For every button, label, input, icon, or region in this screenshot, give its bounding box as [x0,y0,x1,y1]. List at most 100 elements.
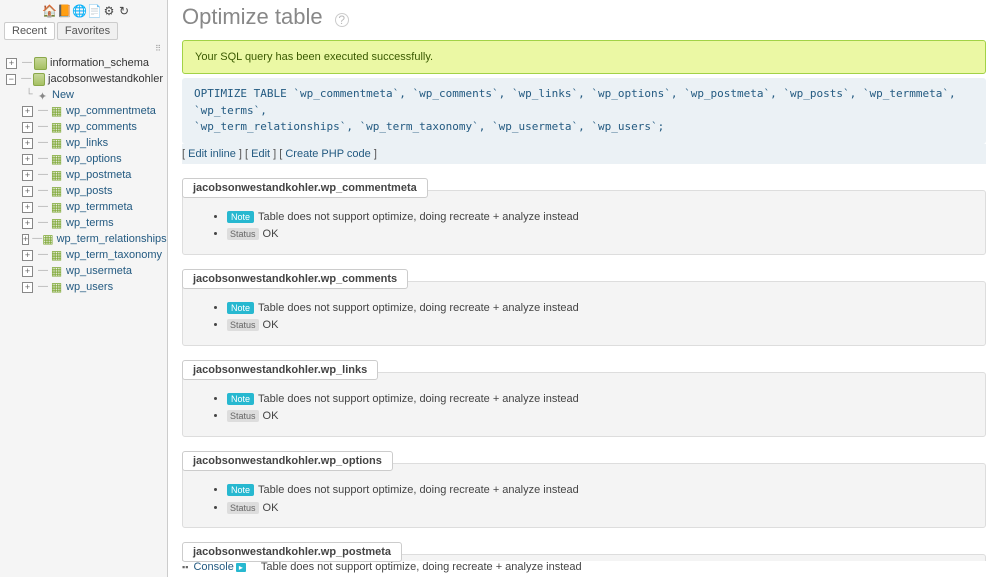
sql-query-box: OPTIMIZE TABLE `wp_commentmeta`, `wp_com… [182,78,986,144]
settings-icon[interactable]: ⚙ [102,4,116,18]
console-bar: ▪▪ Console▸ Table does not support optim… [168,561,1000,577]
table-link[interactable]: wp_options [66,151,122,167]
collapse-icon[interactable]: − [6,74,16,85]
home-icon[interactable]: 🏠 [42,4,56,18]
result-title: jacobsonwestandkohler.wp_postmeta [182,542,402,562]
table-icon: ▦ [42,233,53,246]
table-link[interactable]: wp_users [66,279,113,295]
sql-actions: [ Edit inline ] [ Edit ] [ Create PHP co… [182,144,986,164]
resize-handle[interactable]: ⠿ [4,44,163,53]
result-title: jacobsonwestandkohler.wp_links [182,360,378,380]
expand-icon[interactable]: + [22,202,33,213]
expand-icon[interactable]: + [22,218,33,229]
create-php-link[interactable]: Create PHP code [285,148,370,160]
status-badge: Status [227,410,259,422]
table-link[interactable]: wp_comments [66,119,137,135]
console-expand-icon[interactable]: ▸ [236,563,246,572]
result-body: Note Table does not support optimize, doi… [182,190,986,255]
note-text: Table does not support optimize, doing r… [258,393,579,405]
table-link[interactable]: wp_commentmeta [66,103,156,119]
table-icon: ▦ [50,169,63,182]
expand-icon[interactable]: + [22,234,29,245]
documentation-icon[interactable]: 📄 [87,4,101,18]
success-message: Your SQL query has been executed success… [182,40,986,74]
table-icon: ▦ [50,185,63,198]
database-icon [33,73,45,86]
expand-icon[interactable]: + [22,170,33,181]
sidebar-toolbar: 🏠 📙 🌐 📄 ⚙ ↻ [4,2,163,22]
sidebar-tabs: Recent Favorites [4,22,163,40]
page-title: Optimize table ? [182,4,986,30]
globe-icon[interactable]: 🌐 [72,4,86,18]
status-badge: Status [227,502,259,514]
console-link[interactable]: Console [193,561,233,573]
table-link[interactable]: wp_termmeta [66,199,133,215]
table-icon: ▦ [50,281,63,294]
table-icon: ▦ [50,265,63,278]
status-text: OK [263,502,279,514]
result-title: jacobsonwestandkohler.wp_options [182,451,393,471]
database-icon [34,57,47,70]
note-badge: Note [227,484,254,496]
help-icon[interactable]: ? [335,13,349,27]
edit-link[interactable]: Edit [251,148,270,160]
console-icon: ▪▪ [182,562,188,572]
status-text: OK [263,319,279,331]
tab-favorites[interactable]: Favorites [57,22,118,40]
expand-icon[interactable]: + [22,154,33,165]
table-icon: ▦ [50,121,63,134]
table-link[interactable]: wp_term_relationships [57,231,167,247]
expand-icon[interactable]: + [22,282,33,293]
db-link[interactable]: information_schema [50,55,149,71]
table-link[interactable]: wp_term_taxonomy [66,247,162,263]
result-title: jacobsonwestandkohler.wp_commentmeta [182,178,428,198]
note-badge: Note [227,302,254,314]
note-text: Table does not support optimize, doing r… [258,211,579,223]
result-section: jacobsonwestandkohler.wp_links Note Table … [182,360,986,437]
note-text: Table does not support optimize, doing r… [258,484,579,496]
expand-icon[interactable]: + [22,138,33,149]
status-text: OK [263,228,279,240]
expand-icon[interactable]: + [22,266,33,277]
status-badge: Status [227,319,259,331]
status-text: OK [263,410,279,422]
table-link[interactable]: wp_terms [66,215,114,231]
note-text: Table does not support optimize, doing r… [258,302,579,314]
table-link[interactable]: wp_posts [66,183,112,199]
expand-icon[interactable]: + [22,122,33,133]
expand-icon[interactable]: + [22,186,33,197]
result-body: Note Table does not support optimize, doi… [182,281,986,346]
reload-icon[interactable]: ↻ [117,4,131,18]
table-icon: ▦ [50,105,63,118]
table-icon: ▦ [50,153,63,166]
result-body: Note Table does not support optimize, doi… [182,463,986,528]
table-icon: ▦ [50,217,63,230]
result-section: jacobsonwestandkohler.wp_comments Note Tab… [182,269,986,346]
result-section: jacobsonwestandkohler.wp_commentmetaNote… [182,178,986,255]
db-tree: +—information_schema−—jacobsonwestandkoh… [4,55,163,295]
table-link[interactable]: wp_usermeta [66,263,132,279]
table-link[interactable]: wp_postmeta [66,167,131,183]
status-badge: Status [227,228,259,240]
console-trail-text: Table does not support optimize, doing r… [261,561,582,573]
table-link[interactable]: wp_links [66,135,108,151]
expand-icon[interactable]: + [6,58,17,69]
result-title: jacobsonwestandkohler.wp_comments [182,269,408,289]
result-body: Note Table does not support optimize, doi… [182,372,986,437]
logout-icon[interactable]: 📙 [57,4,71,18]
note-badge: Note [227,393,254,405]
tab-recent[interactable]: Recent [4,22,55,40]
table-icon: ▦ [50,249,63,262]
edit-inline-link[interactable]: Edit inline [188,148,236,160]
expand-icon[interactable]: + [22,106,33,117]
table-icon: ▦ [50,201,63,214]
db-link[interactable]: jacobsonwestandkohler [48,71,163,87]
main-content: Optimize table ? Your SQL query has been… [168,0,1000,577]
note-badge: Note [227,211,254,223]
result-section: jacobsonwestandkohler.wp_options Note Tabl… [182,451,986,528]
new-icon: ✦ [36,89,49,102]
new-table-link[interactable]: New [52,87,74,103]
expand-icon[interactable]: + [22,250,33,261]
sidebar: 🏠 📙 🌐 📄 ⚙ ↻ Recent Favorites ⠿ +—informa… [0,0,168,577]
table-icon: ▦ [50,137,63,150]
